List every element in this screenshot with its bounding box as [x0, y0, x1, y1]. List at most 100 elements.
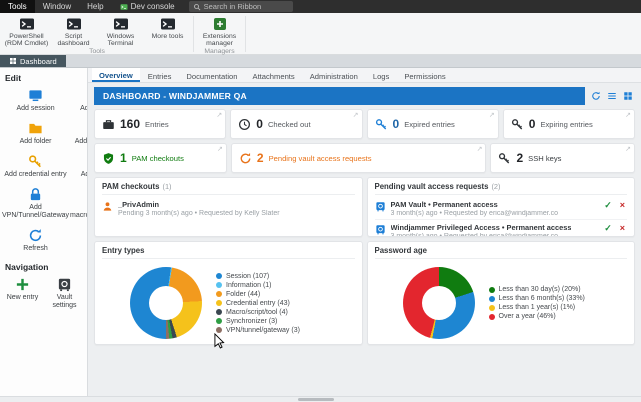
folder-icon: [28, 121, 43, 136]
ribbon-button-script-dashboard[interactable]: Script dashboard: [50, 14, 97, 48]
stat-card-pending-vault-access-requests[interactable]: 2Pending vault access requests↗: [231, 143, 487, 173]
sidebar-item-refresh[interactable]: Refresh: [2, 228, 69, 253]
sidebar-item-vault-settings[interactable]: Vault settings: [44, 277, 85, 310]
tab-logs[interactable]: Logs: [366, 68, 396, 82]
sidebar-item-add-website[interactable]: Add website: [70, 88, 88, 113]
sidebar-item-add-session[interactable]: Add session: [2, 88, 69, 113]
sidebar-item-add-information[interactable]: Add information: [70, 121, 88, 146]
pending-request-item[interactable]: Windjammer Privileged Access • Permanent…: [375, 219, 628, 237]
expand-icon[interactable]: ↗: [216, 111, 222, 119]
monitor-icon: [28, 88, 43, 103]
deny-icon[interactable]: ×: [620, 224, 625, 233]
dashboard-window-tab[interactable]: Dashboard: [0, 55, 66, 67]
pending-requests-panel: Pending vault access requests (2) PAM Va…: [367, 177, 636, 237]
expand-icon[interactable]: ↗: [353, 111, 359, 119]
extensions-icon: [212, 16, 228, 32]
sync-icon: [239, 152, 252, 165]
tab-administration[interactable]: Administration: [303, 68, 365, 82]
tab-attachments[interactable]: Attachments: [246, 68, 302, 82]
entry-types-legend: Session (107)Information (1)Folder (44)C…: [216, 273, 300, 334]
pending-request-item[interactable]: PAM Vault • Permanent access3 month(s) a…: [375, 197, 628, 219]
entry-types-panel: Entry types Session (107)Information (1)…: [94, 241, 363, 345]
ribbon-button-extensions-manager[interactable]: Extensions manager: [196, 14, 243, 48]
script-icon: [66, 16, 82, 32]
legend-dot: [216, 291, 222, 297]
approve-icon[interactable]: ✓: [604, 201, 612, 210]
legend-dot: [216, 318, 222, 324]
stat-label: Checked out: [268, 120, 311, 129]
stat-card-expiring-entries[interactable]: 0 Expiring entries ↗: [503, 109, 635, 139]
dashboard-title: DASHBOARD - WINDJAMMER QA: [94, 87, 585, 105]
expand-icon[interactable]: ↗: [625, 111, 631, 119]
window-tabstrip: Dashboard: [0, 55, 641, 68]
stat-card-expired-entries[interactable]: 0Expired entries↗: [367, 109, 499, 139]
legend-dot: [489, 305, 495, 311]
sidebar-item-add-contact[interactable]: Add contact: [70, 154, 88, 179]
menu-bar: ToolsWindowHelpDev console: [0, 0, 183, 13]
pam-checkout-item[interactable]: _PrivAdminPending 3 month(s) ago • Reque…: [102, 197, 355, 219]
sidebar-item-add-credential-entry[interactable]: Add credential entry: [2, 154, 69, 179]
tab-entries[interactable]: Entries: [141, 68, 179, 82]
legend-item-less-than-6-month-s: Less than 6 month(s) (33%): [489, 295, 585, 302]
stat-label: Expiring entries: [540, 120, 592, 129]
ribbon-search-input[interactable]: Search in Ribbon: [189, 1, 293, 12]
tab-permissions[interactable]: Permissions: [397, 68, 452, 82]
plus-icon: [15, 277, 30, 292]
stat-value: 2: [516, 151, 523, 165]
menu-help[interactable]: Help: [79, 0, 111, 13]
sidebar-edit-header: Edit: [5, 73, 85, 83]
list-icon[interactable]: [607, 91, 617, 101]
expand-icon[interactable]: ↗: [217, 145, 223, 153]
stat-label: SSH keys: [528, 154, 561, 163]
key-icon: [498, 152, 511, 165]
dashboard-actions: [591, 91, 635, 101]
stat-value: 0: [529, 117, 536, 131]
stat-card-ssh-keys[interactable]: 2 SSH keys ↗: [490, 143, 635, 173]
sidebar-item-add-macro-scripts-tools[interactable]: Add macro/scripts/tools: [70, 187, 88, 220]
legend-dot: [216, 300, 222, 306]
stat-card-entries[interactable]: 160Entries↗: [94, 109, 226, 139]
legend-dot: [489, 287, 495, 293]
expand-icon[interactable]: ↗: [477, 145, 483, 153]
expand-icon[interactable]: ↗: [489, 111, 495, 119]
stat-card-pam-checkouts[interactable]: 1PAM checkouts↗: [94, 143, 227, 173]
ribbon-button-windows-terminal[interactable]: Windows Terminal: [97, 14, 144, 48]
sidebar-edit-grid: Add sessionAdd websiteAdd folderAdd info…: [2, 88, 85, 253]
stats-row-2: 1PAM checkouts↗2Pending vault access req…: [94, 143, 635, 173]
dashboard-content: DASHBOARD - WINDJAMMER QA 160Entries↗ 0 Ch…: [88, 83, 641, 396]
sidebar-item-add-vpn-tunnel-gateway[interactable]: Add VPN/Tunnel/Gateway: [2, 187, 69, 220]
clock-icon: [238, 118, 251, 131]
legend-dot: [216, 273, 222, 279]
main-area: OverviewEntriesDocumentationAttachmentsA…: [88, 68, 641, 396]
scrollbar-thumb[interactable]: [298, 398, 334, 401]
menu-dev-console[interactable]: Dev console: [112, 0, 183, 13]
entry-types-donut: [130, 267, 202, 339]
approve-icon[interactable]: ✓: [604, 224, 612, 233]
vault-icon: [375, 224, 386, 235]
sidebar-item-new-entry[interactable]: New entry: [2, 277, 43, 310]
search-placeholder: Search in Ribbon: [204, 2, 262, 11]
sidebar-item-add-folder[interactable]: Add folder: [2, 121, 69, 146]
legend-item-less-than-1-year-s: Less than 1 year(s) (1%): [489, 304, 585, 311]
refresh-icon[interactable]: [591, 91, 601, 101]
menu-tools[interactable]: Tools: [0, 0, 35, 13]
ribbon-group-managers: Extensions managerManagers: [196, 14, 243, 54]
menu-window[interactable]: Window: [35, 0, 79, 13]
legend-item-session: Session (107): [216, 273, 300, 280]
lists-row: PAM checkouts (1) _PrivAdminPending 3 mo…: [94, 177, 635, 237]
stat-card-checked-out[interactable]: 0Checked out↗: [230, 109, 362, 139]
horizontal-scrollbar[interactable]: [0, 396, 641, 402]
console-icon: [120, 3, 128, 11]
deny-icon[interactable]: ×: [620, 201, 625, 210]
ribbon-button-powershell-rdm-cmdlet[interactable]: PowerShell (RDM Cmdlet): [3, 14, 50, 48]
tab-overview[interactable]: Overview: [92, 68, 140, 82]
password-age-legend: Less than 30 day(s) (20%)Less than 6 mon…: [489, 286, 585, 320]
stat-label: PAM checkouts: [132, 154, 184, 163]
powershell-icon: [19, 16, 35, 32]
ribbon-button-more-tools[interactable]: More tools: [144, 14, 191, 48]
stat-label: Expired entries: [404, 120, 455, 129]
grid-view-icon[interactable]: [623, 91, 633, 101]
tab-documentation[interactable]: Documentation: [179, 68, 244, 82]
expand-icon[interactable]: ↗: [625, 145, 631, 153]
dashboard-header-row: DASHBOARD - WINDJAMMER QA: [94, 87, 635, 105]
